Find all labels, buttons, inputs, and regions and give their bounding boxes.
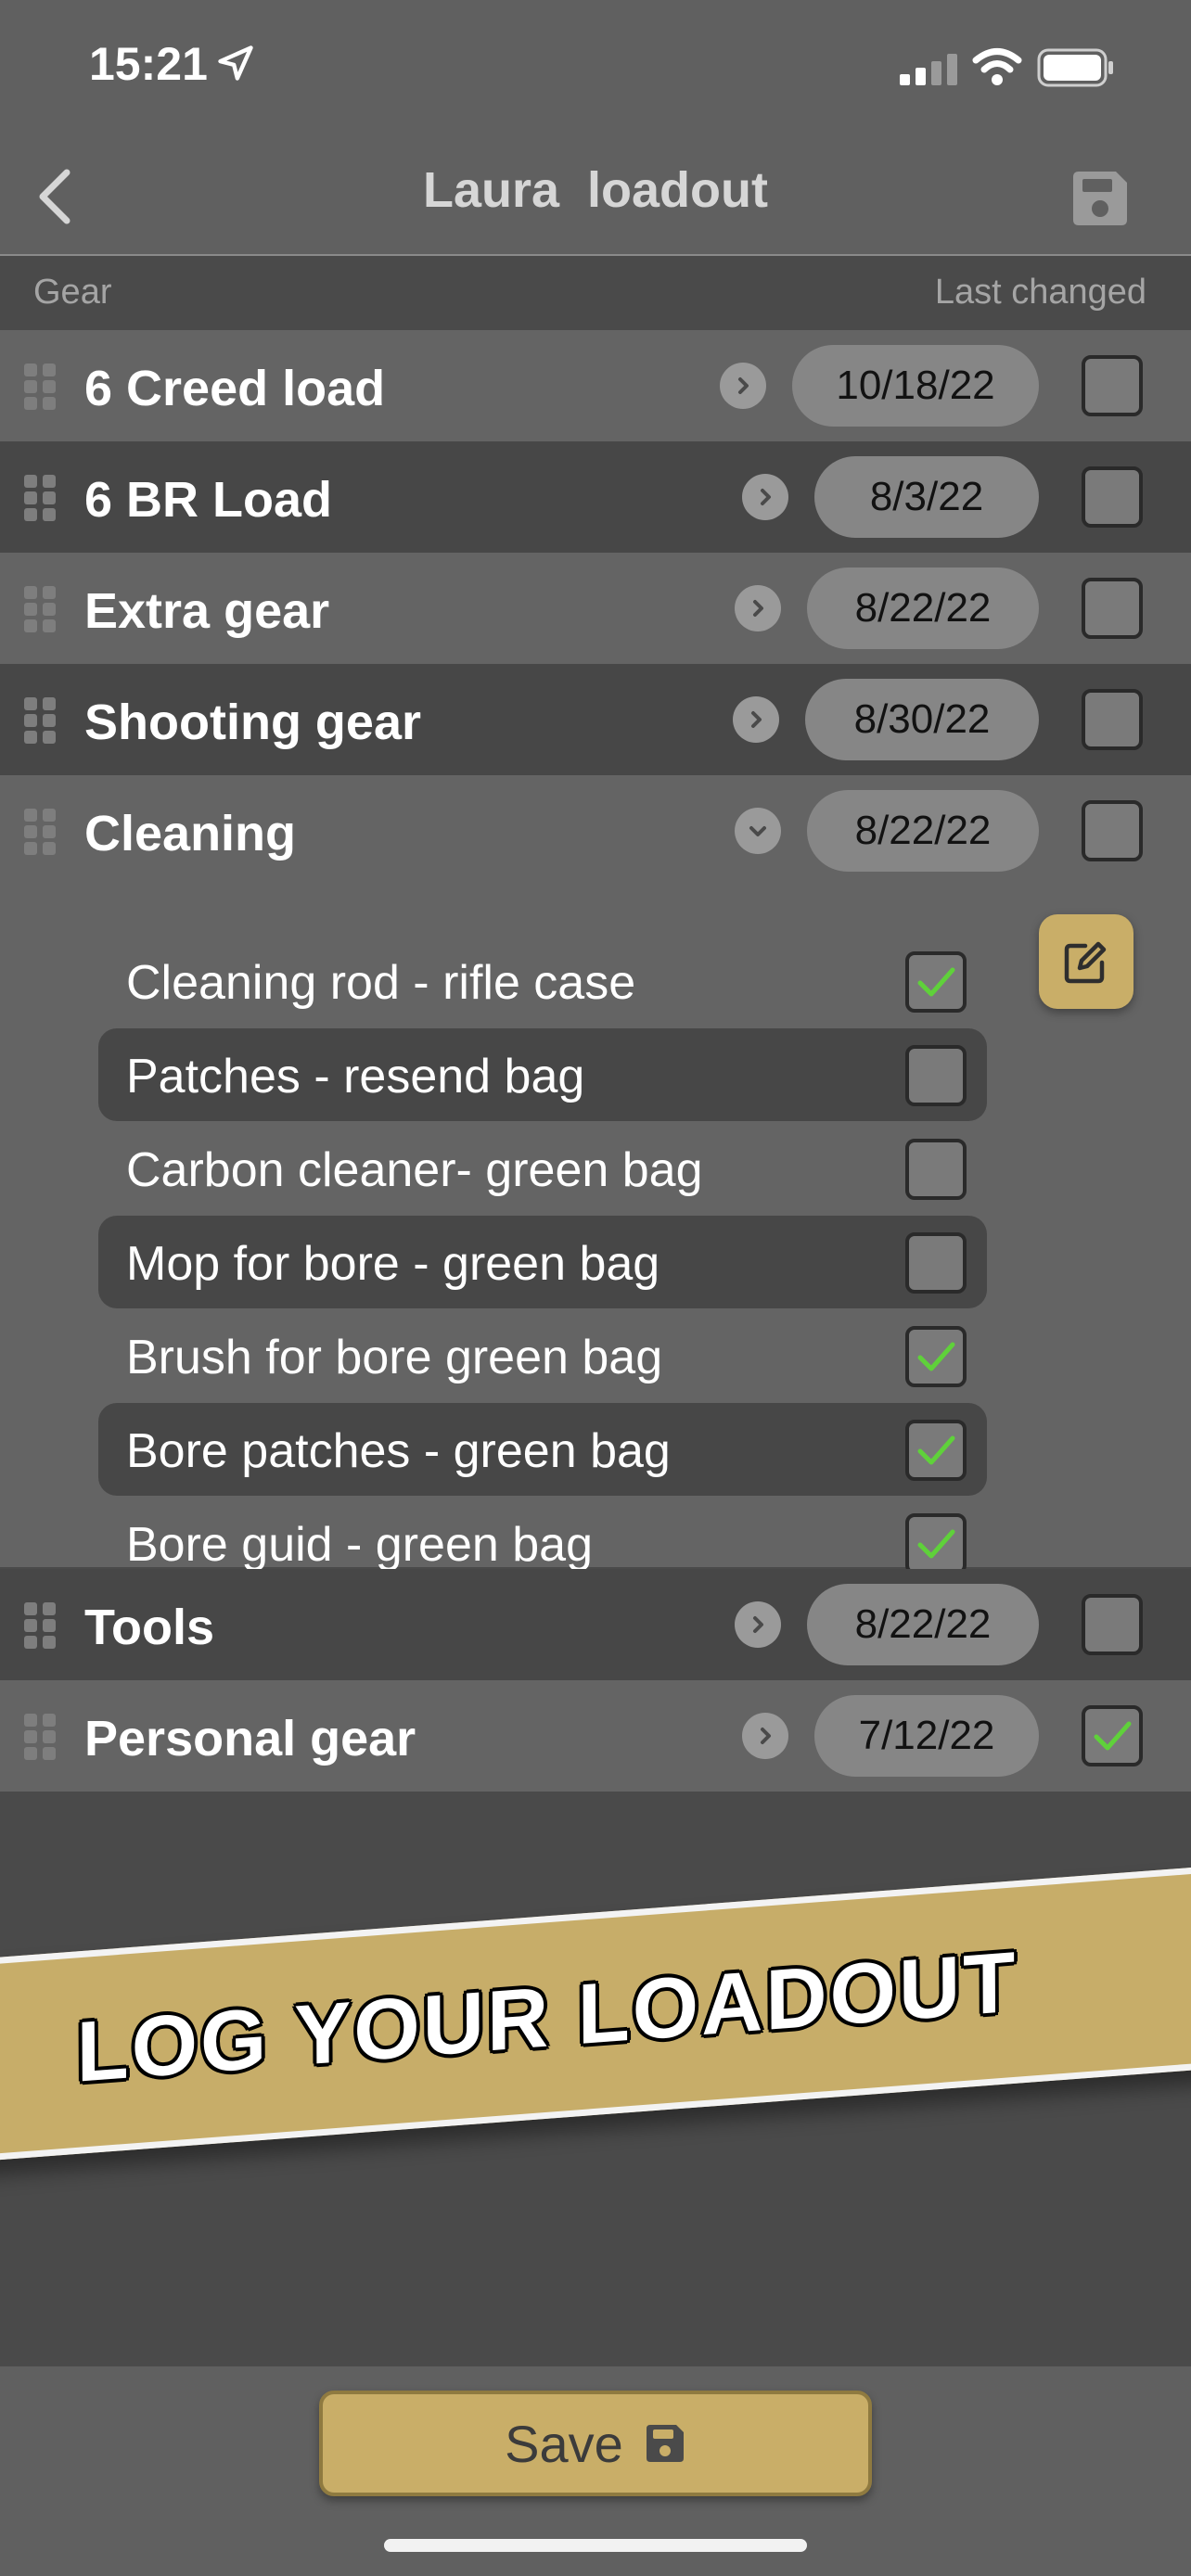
drag-handle-icon[interactable] [24,363,59,410]
item-checkbox[interactable] [905,1139,967,1200]
group-name: Shooting gear [84,695,421,750]
floppy-save-icon [1073,172,1127,225]
promo-area: LOG YOUR LOADOUT [0,1792,1191,2366]
chevron-right-icon[interactable] [735,1601,781,1648]
group-row[interactable]: 6 BR Load 8/3/22 [0,441,1191,553]
date-pill: 8/22/22 [807,1584,1039,1665]
location-arrow-icon [218,45,253,81]
wifi-icon [972,48,1022,85]
item-label: Bore patches - green bag [126,1424,671,1478]
date-pill: 8/3/22 [814,456,1039,538]
item-checkbox[interactable] [905,951,967,1013]
date-pill: 7/12/22 [814,1695,1039,1777]
chevron-right-icon[interactable] [735,585,781,631]
group-row[interactable]: 6 Creed load 10/18/22 [0,330,1191,441]
item-label: Patches - resend bag [126,1050,585,1103]
promo-banner: LOG YOUR LOADOUT [0,1863,1191,2163]
checkmark-icon [917,1435,955,1465]
date-pill: 8/22/22 [807,790,1039,872]
list-item[interactable]: Mop for bore - green bag [98,1216,987,1308]
date-pill: 10/18/22 [792,345,1039,427]
group-checkbox[interactable] [1082,1705,1143,1766]
item-checkbox[interactable] [905,1232,967,1294]
drag-handle-icon[interactable] [24,1714,59,1760]
status-bar: 15:21 [0,0,1191,139]
group-row-expanded[interactable]: Cleaning 8/22/22 [0,775,1191,886]
cleaning-items-list: Cleaning rod - rifle case Patches - rese… [0,886,1191,1575]
group-row[interactable]: Tools 8/22/22 [0,1569,1191,1680]
date-pill: 8/22/22 [807,567,1039,649]
list-item[interactable]: Carbon cleaner- green bag [98,1122,987,1215]
list-item[interactable]: Patches - resend bag [98,1028,987,1121]
edit-group-button[interactable] [1039,914,1133,1009]
edit-pencil-icon [1064,941,1107,984]
home-indicator [384,2539,807,2552]
list-item[interactable]: Bore patches - green bag [98,1403,987,1496]
item-checkbox[interactable] [905,1045,967,1106]
group-name: Personal gear [84,1711,416,1766]
date-pill: 8/30/22 [805,679,1039,760]
checkmark-icon [1094,1721,1132,1751]
save-button[interactable]: Save [319,2391,872,2496]
drag-handle-icon[interactable] [24,809,59,855]
column-gear-label: Gear [33,273,112,312]
drag-handle-icon[interactable] [24,586,59,632]
group-row[interactable]: Personal gear 7/12/22 [0,1680,1191,1792]
group-name: Cleaning [84,806,297,861]
footer: Save [0,2366,1191,2576]
group-name: Tools [84,1600,214,1655]
list-item[interactable]: Cleaning rod - rifle case [98,935,987,1027]
checkmark-icon [917,967,955,997]
page-title: Laura loadout [422,162,768,218]
group-name: 6 BR Load [84,472,333,528]
status-time: 15:21 [89,38,208,90]
promo-banner-text: LOG YOUR LOADOUT [76,1933,1018,2100]
group-checkbox[interactable] [1082,466,1143,528]
chevron-right-icon[interactable] [742,1713,788,1759]
item-label: Carbon cleaner- green bag [126,1143,703,1197]
save-button-label: Save [505,2414,623,2473]
battery-icon [1037,48,1113,87]
list-item[interactable]: Brush for bore green bag [98,1309,987,1402]
group-checkbox[interactable] [1082,800,1143,861]
drag-handle-icon[interactable] [24,1602,59,1649]
drag-handle-icon[interactable] [24,475,59,521]
signal-icon [900,54,957,85]
checkmark-icon [917,1529,955,1559]
chevron-right-icon[interactable] [742,474,788,520]
column-last-changed-label: Last changed [934,273,1146,312]
group-row[interactable]: Shooting gear 8/30/22 [0,664,1191,775]
group-checkbox[interactable] [1082,355,1143,416]
group-name: Extra gear [84,583,330,639]
item-checkbox[interactable] [905,1420,967,1481]
item-label: Mop for bore - green bag [126,1237,660,1291]
chevron-down-icon[interactable] [735,808,781,854]
item-label: Cleaning rod - rifle case [126,956,636,1010]
floppy-save-icon [646,2425,684,2462]
checkmark-icon [917,1342,955,1371]
item-checkbox[interactable] [905,1513,967,1575]
group-name: 6 Creed load [84,361,386,416]
group-checkbox[interactable] [1082,578,1143,639]
item-checkbox[interactable] [905,1326,967,1387]
chevron-right-icon[interactable] [733,696,779,743]
save-toolbar-button[interactable] [1063,161,1137,236]
chevron-right-icon[interactable] [720,363,766,409]
column-header: Gear Last changed [0,256,1191,330]
item-label: Bore guid - green bag [126,1518,594,1572]
group-checkbox[interactable] [1082,689,1143,750]
item-label: Brush for bore green bag [126,1331,663,1384]
navigation-bar: Laura loadout [0,139,1191,256]
group-checkbox[interactable] [1082,1594,1143,1655]
drag-handle-icon[interactable] [24,697,59,744]
group-row[interactable]: Extra gear 8/22/22 [0,553,1191,664]
